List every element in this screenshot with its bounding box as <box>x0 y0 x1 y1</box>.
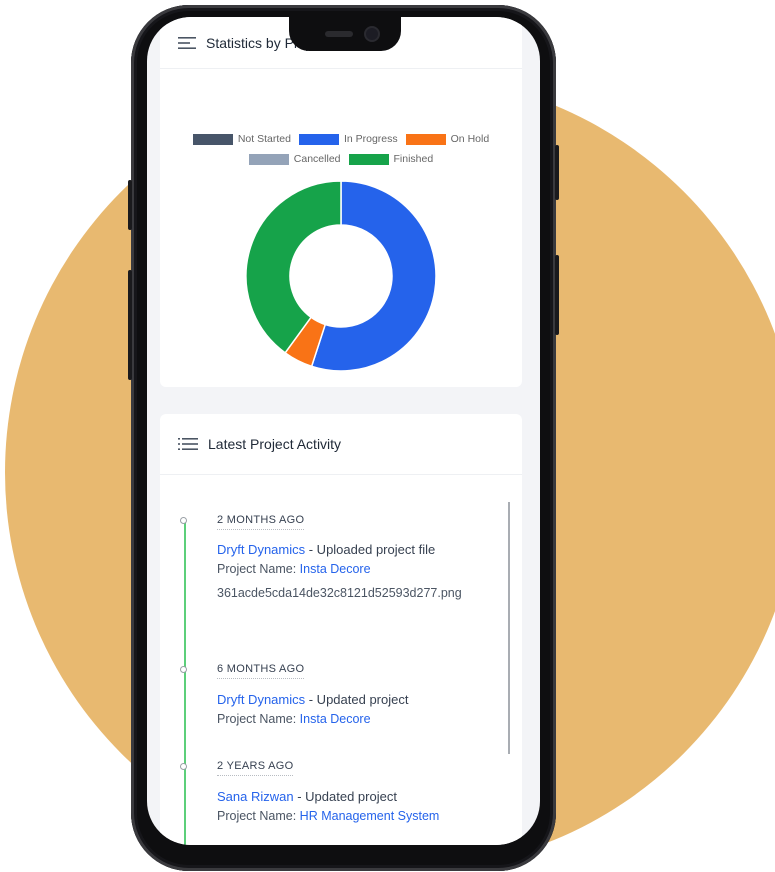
activity-card-title: Latest Project Activity <box>208 436 342 452</box>
phone-side-button <box>555 145 559 200</box>
activity-project: Project Name: Insta Decore <box>217 712 371 726</box>
hamburger-menu-icon[interactable] <box>178 36 196 50</box>
project-link[interactable]: Insta Decore <box>300 712 371 726</box>
actor-link[interactable]: Dryft Dynamics <box>217 542 305 557</box>
timeline-dot <box>180 517 187 524</box>
phone-frame: Statistics by Project Status Not Started… <box>128 5 559 871</box>
legend-label: On Hold <box>450 133 490 145</box>
project-link[interactable]: HR Management System <box>300 809 440 823</box>
activity-description: Dryft Dynamics - Updated project <box>217 692 408 707</box>
project-label: Project Name: <box>217 562 300 576</box>
activity-description: Sana Rizwan - Updated project <box>217 789 397 804</box>
legend-swatch <box>298 133 339 145</box>
project-label: Project Name: <box>217 712 300 726</box>
project-label: Project Name: <box>217 809 300 823</box>
activity-time: 2 MONTHS AGO <box>217 514 305 530</box>
chart-legend: Not Started In Progress On Hold Cancelle… <box>160 129 522 169</box>
phone-side-button <box>128 270 132 380</box>
legend-item-in-progress[interactable]: In Progress <box>298 133 398 145</box>
scrollbar[interactable] <box>508 502 510 754</box>
legend-item-cancelled[interactable]: Cancelled <box>248 153 341 165</box>
activity-action: - Updated project <box>305 692 409 707</box>
activity-card: Latest Project Activity 2 MONTHS AGO Dry… <box>160 414 522 845</box>
donut-chart <box>245 180 437 372</box>
timeline-dot <box>180 763 187 770</box>
phone-side-button <box>128 180 132 230</box>
activity-project: Project Name: Insta Decore <box>217 562 371 576</box>
activity-description: Dryft Dynamics - Uploaded project file <box>217 542 435 557</box>
activity-project: Project Name: HR Management System <box>217 809 439 823</box>
activity-file-name: 361acde5cda14de32c8121d52593d277.png <box>217 586 462 600</box>
timeline-dot <box>180 666 187 673</box>
legend-swatch <box>405 133 446 145</box>
actor-link[interactable]: Sana Rizwan <box>217 789 294 804</box>
legend-item-not-started[interactable]: Not Started <box>192 133 291 145</box>
activity-action: - Uploaded project file <box>305 542 436 557</box>
legend-label: In Progress <box>343 133 398 145</box>
phone-screen: Statistics by Project Status Not Started… <box>147 17 540 845</box>
project-link[interactable]: Insta Decore <box>300 562 371 576</box>
legend-label: Not Started <box>237 133 291 145</box>
legend-label: Cancelled <box>293 153 341 165</box>
list-icon[interactable] <box>178 437 198 451</box>
legend-label: Finished <box>393 153 434 165</box>
status-stats-card: Statistics by Project Status Not Started… <box>160 17 522 387</box>
activity-action: - Updated project <box>293 789 397 804</box>
legend-item-on-hold[interactable]: On Hold <box>405 133 490 145</box>
activity-card-header: Latest Project Activity <box>160 414 522 475</box>
front-camera <box>366 28 378 40</box>
actor-link[interactable]: Dryft Dynamics <box>217 692 305 707</box>
activity-time: 2 YEARS AGO <box>217 760 294 776</box>
phone-notch <box>289 17 401 51</box>
legend-swatch <box>348 153 389 165</box>
legend-swatch <box>248 153 289 165</box>
phone-side-button <box>555 255 559 335</box>
timeline-line <box>184 522 186 845</box>
legend-swatch <box>192 133 233 145</box>
speaker-grille <box>325 31 353 37</box>
activity-time: 6 MONTHS AGO <box>217 663 305 679</box>
legend-item-finished[interactable]: Finished <box>348 153 434 165</box>
